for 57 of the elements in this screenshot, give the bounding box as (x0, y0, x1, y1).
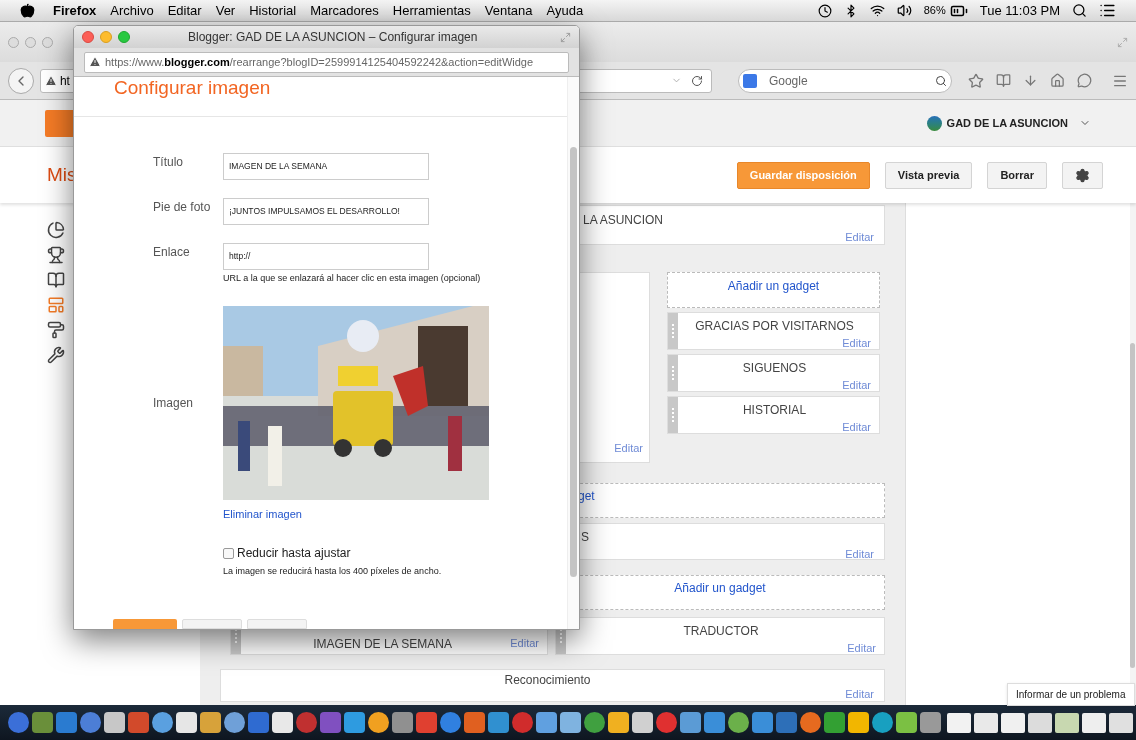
edit-link[interactable]: Editar (614, 439, 643, 456)
edit-link[interactable]: Editar (845, 229, 874, 246)
gadget-title: TRADUCTOR (683, 623, 759, 640)
gadget-card[interactable]: HISTORIAL Editar (667, 396, 880, 434)
menu-item[interactable]: Ver (215, 0, 236, 21)
edit-link[interactable]: Editar (847, 640, 876, 657)
edit-link[interactable]: Editar (842, 377, 871, 394)
edit-link[interactable]: Editar (842, 419, 871, 436)
menu-item[interactable]: Marcadores (310, 0, 379, 21)
menu-clock[interactable]: Tue 11:03 PM (979, 0, 1060, 21)
address-text: https://www.blogger.com/rearrange?blogID=2599914125404592242&action=editWidge (105, 54, 534, 70)
field-label: Enlace (153, 244, 191, 261)
gadget-title: GRACIAS POR VISITARNOS (695, 318, 854, 335)
edit-link[interactable]: Editar (842, 335, 871, 352)
field-hint: URL a la que se enlazará al hacer clic en esta imagen (opcional) (223, 272, 481, 285)
add-gadget-link[interactable]: Añadir un gadget (674, 579, 766, 609)
app-menu[interactable]: Firefox (53, 0, 97, 21)
gadget-card[interactable]: GRACIAS POR VISITARNOS Editar (667, 312, 880, 350)
dialog-heading: Configurar imagen (114, 77, 271, 98)
gadget-card[interactable]: Reconocimiento Editar (220, 669, 885, 702)
gadget-title: LA ASUNCION (583, 212, 665, 229)
address-field[interactable]: https://www.blogger.com/rearrange?blogID=2599914125404592242&action=editWidge (84, 51, 569, 73)
remove-image-link[interactable]: Eliminar imagen (223, 505, 302, 522)
blog-name[interactable]: GAD DE LA ASUNCION (946, 114, 1068, 132)
field-hint: La imagen se reducirá hasta los 400 píxeles de ancho. (223, 565, 443, 578)
field-label: Título (153, 154, 184, 171)
menu-item[interactable]: Herramientas (392, 0, 471, 21)
report-problem-button[interactable]: Informar de un problema (1007, 683, 1135, 706)
menu-item[interactable]: Ayuda (546, 0, 584, 21)
field-label: Pie de foto (153, 199, 212, 216)
menu-item[interactable]: Archivo (110, 0, 154, 21)
text-field[interactable]: IMAGEN DE LA SEMANA (223, 153, 429, 180)
menu-item[interactable]: Ventana (484, 0, 533, 21)
text-field[interactable]: http:// (223, 243, 429, 270)
edit-link[interactable]: Editar (845, 687, 874, 701)
gadget-title: IMAGEN DE LA SEMANA (312, 638, 453, 651)
gadget-title: S (581, 529, 590, 546)
gadget-title: Reconocimiento (504, 673, 591, 687)
text-field[interactable]: ¡JUNTOS IMPULSAMOS EL DESARROLLO! (223, 198, 429, 225)
add-gadget-area[interactable]: Añadir un gadget (667, 272, 880, 308)
gadget-card[interactable]: SIGUENOS Editar (667, 354, 880, 392)
toolbar-button[interactable]: Borrar (987, 161, 1047, 189)
gadget-title: SIGUENOS (742, 360, 807, 377)
add-gadget-link[interactable]: Añadir un gadget (727, 277, 820, 307)
toolbar-button[interactable]: Vista previa (884, 161, 973, 189)
gadget-title: HISTORIAL (742, 402, 807, 419)
window-title: Blogger: GAD DE LA ASUNCION – Configurar imagen (188, 29, 478, 46)
menu-item[interactable]: Historial (249, 0, 297, 21)
menu-item[interactable]: Editar (167, 0, 202, 21)
search-field[interactable]: Google (737, 68, 952, 93)
field-label: Imagen (153, 394, 194, 412)
battery-percent: 86% (923, 3, 946, 19)
edit-link[interactable]: Editar (845, 546, 874, 563)
search-text: Google (768, 72, 808, 90)
checkbox-label[interactable]: Reducir hasta ajustar (237, 544, 351, 562)
gadget-card[interactable]: TRADUCTOR Editar (555, 617, 885, 655)
address-text: ht (59, 72, 70, 90)
